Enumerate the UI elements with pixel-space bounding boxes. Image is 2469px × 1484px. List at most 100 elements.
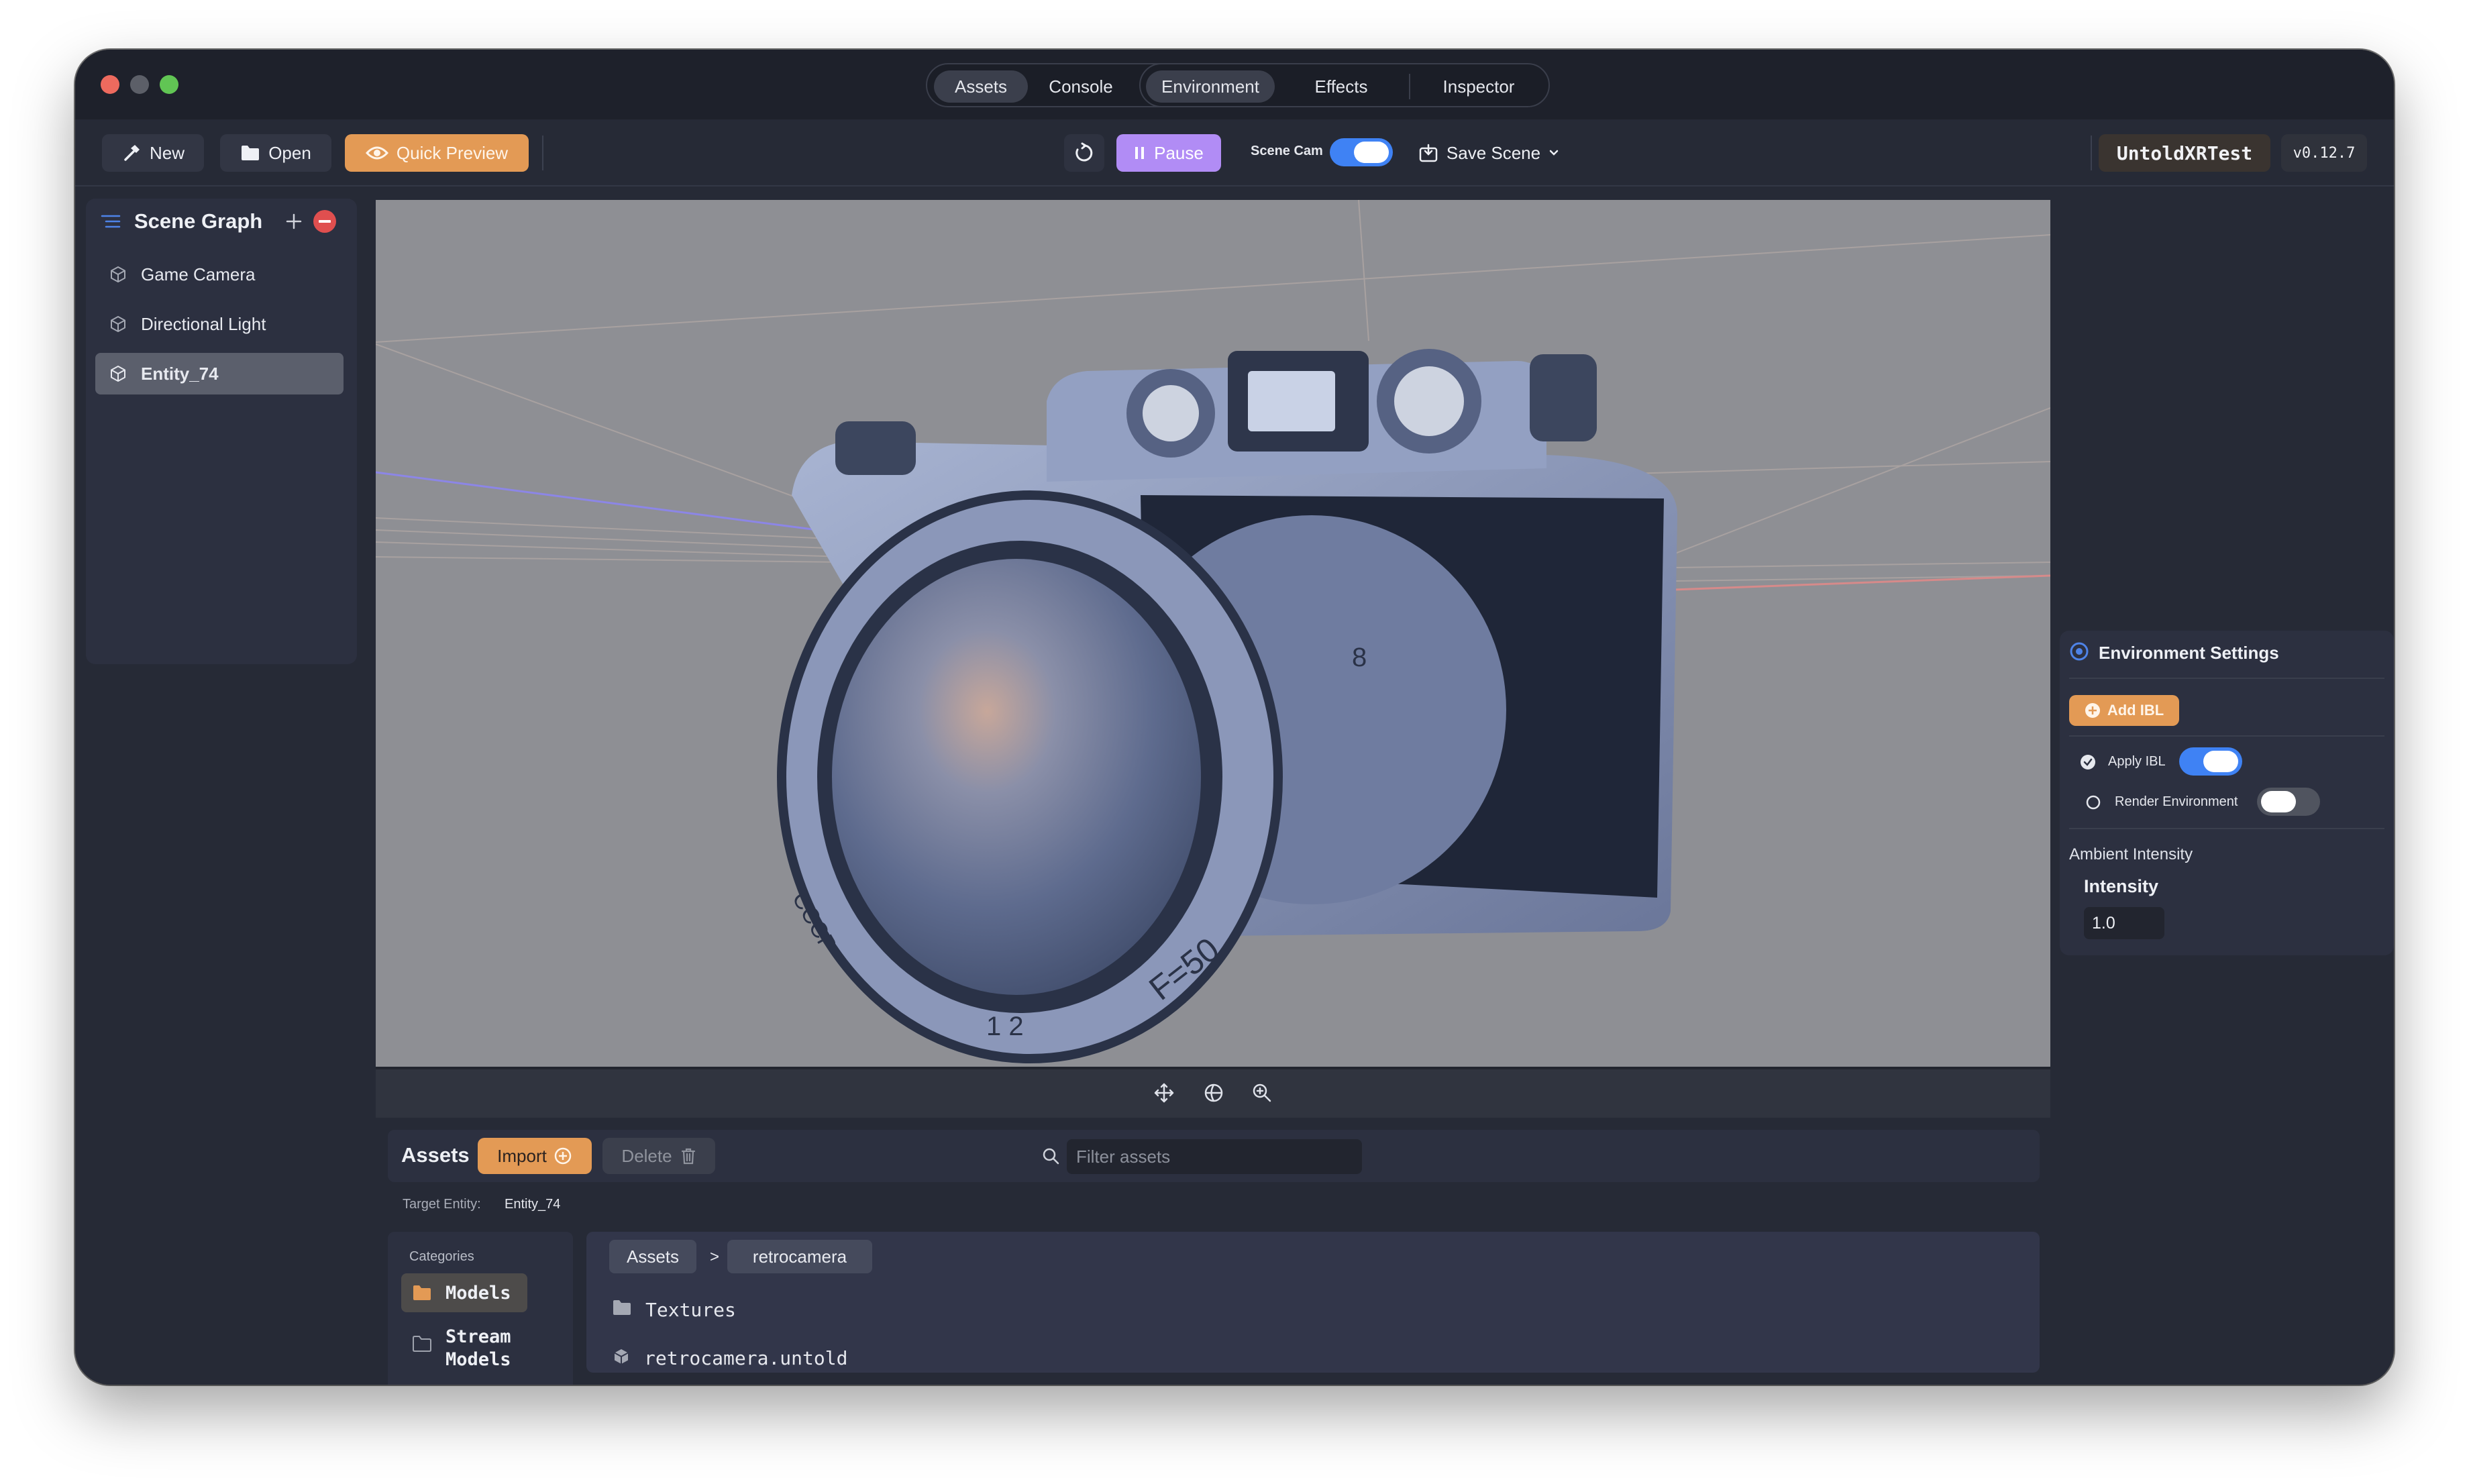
breadcrumb-assets[interactable]: Assets: [609, 1240, 696, 1273]
scene-graph-panel: Scene Graph Game Camera Directional Ligh…: [86, 199, 357, 664]
trash-icon: [681, 1148, 695, 1165]
filter-assets-input[interactable]: Filter assets: [1067, 1139, 1362, 1174]
tab-effects[interactable]: Effects: [1283, 70, 1400, 103]
assets-toolbar: Assets Import Delete Filter assets: [388, 1130, 2040, 1182]
toolbar-divider-right: [2091, 136, 2092, 170]
save-scene-label: Save Scene: [1446, 142, 1541, 163]
delete-button-label: Delete: [621, 1145, 672, 1166]
scene-graph-item-label: Directional Light: [141, 313, 266, 334]
folder-icon: [613, 1300, 631, 1315]
viewport-toolbar: [376, 1067, 2050, 1118]
categories-label: Categories: [409, 1249, 474, 1264]
add-entity-button[interactable]: [284, 212, 303, 231]
target-entity-value: Entity_74: [505, 1197, 561, 1212]
axis-line: [376, 471, 859, 537]
right-tab-group: Environment Effects Inspector: [1139, 63, 1550, 107]
cube-icon: [111, 316, 125, 332]
scene-graph-item-selected[interactable]: Entity_74: [95, 353, 344, 394]
scene-graph-item-label: Entity_74: [141, 363, 219, 384]
render-environment-label: Render Environment: [2115, 794, 2238, 809]
new-button[interactable]: New: [102, 134, 204, 172]
scene-cam-label: Scene Cam: [1251, 144, 1323, 158]
eye-icon: [365, 146, 388, 160]
tab-console[interactable]: Console: [1032, 70, 1130, 103]
pause-button-label: Pause: [1154, 142, 1204, 163]
folder-outline-icon: [413, 1336, 431, 1352]
category-models[interactable]: Models: [401, 1273, 527, 1312]
tab-inspector[interactable]: Inspector: [1417, 70, 1540, 103]
pause-icon: [1135, 147, 1145, 159]
scene-graph-header: Scene Graph: [86, 199, 357, 242]
breadcrumb-separator: >: [710, 1248, 720, 1266]
intensity-label: Intensity: [2084, 876, 2159, 896]
search-icon: [1043, 1148, 1059, 1165]
zoom-window-button[interactable]: [160, 75, 178, 94]
environment-settings-title: Environment Settings: [2099, 643, 2279, 663]
import-button-label: Import: [497, 1145, 547, 1166]
environment-icon: [2070, 642, 2089, 661]
scene-graph-item[interactable]: Game Camera: [95, 254, 344, 295]
reset-button[interactable]: [1064, 134, 1104, 172]
apply-ibl-toggle[interactable]: [2179, 747, 2242, 776]
cube-icon: [111, 366, 125, 382]
file-row-retrocamera[interactable]: retrocamera.untold: [607, 1336, 1412, 1375]
apply-ibl-label: Apply IBL: [2108, 754, 2166, 769]
minimize-window-button[interactable]: [130, 75, 149, 94]
list-icon: [101, 215, 121, 228]
cube-icon: [614, 1349, 629, 1364]
render-environment-toggle[interactable]: [2257, 788, 2320, 816]
toggle-knob: [2203, 751, 2238, 772]
toggle-knob: [2261, 791, 2296, 812]
scene-cam-toggle[interactable]: [1330, 138, 1393, 166]
hammer-icon: [124, 145, 140, 161]
main-toolbar: New Open Quick Preview Pause Scene Cam S…: [75, 119, 2394, 187]
categories-panel: Categories Models Stream Models: [388, 1232, 573, 1385]
save-scene-button[interactable]: Save Scene: [1416, 134, 1562, 172]
category-models-label: Models: [445, 1283, 511, 1304]
plus-circle-icon: [2085, 703, 2100, 718]
scene-viewport[interactable]: F=50 1 2 CCCP 8: [376, 200, 2050, 1067]
close-window-button[interactable]: [101, 75, 119, 94]
category-stream-models[interactable]: Stream Models: [401, 1326, 527, 1379]
intensity-field[interactable]: 1.0: [2084, 907, 2164, 939]
quick-preview-button[interactable]: Quick Preview: [345, 134, 529, 172]
new-button-label: New: [149, 142, 185, 163]
delete-button[interactable]: Delete: [602, 1138, 715, 1174]
toolbar-divider: [542, 136, 543, 170]
chevron-down-icon: [1549, 150, 1559, 156]
divider: [2069, 735, 2384, 737]
version-badge: v0.12.7: [2281, 134, 2367, 172]
import-button[interactable]: Import: [478, 1138, 592, 1174]
remove-entity-button[interactable]: [313, 209, 337, 233]
orbit-icon[interactable]: [1204, 1083, 1224, 1103]
open-button[interactable]: Open: [220, 134, 331, 172]
environment-settings-panel: Environment Settings Add IBL Apply IBL R…: [2060, 631, 2394, 955]
ambient-intensity-label: Ambient Intensity: [2069, 845, 2193, 863]
scene-graph-item[interactable]: Directional Light: [95, 303, 344, 345]
open-button-label: Open: [268, 142, 311, 163]
tab-assets[interactable]: Assets: [934, 70, 1028, 103]
breadcrumb-retrocamera[interactable]: retrocamera: [727, 1240, 872, 1273]
move-icon[interactable]: [1154, 1083, 1174, 1103]
divider: [2069, 678, 2384, 679]
quick-preview-label: Quick Preview: [396, 142, 509, 163]
render-environment-radio[interactable]: [2085, 794, 2101, 810]
project-name-badge[interactable]: UntoldXRTest: [2099, 134, 2270, 172]
cube-icon: [111, 266, 125, 282]
add-ibl-button[interactable]: Add IBL: [2069, 695, 2179, 726]
file-row-textures[interactable]: Textures: [607, 1288, 1412, 1327]
lens-marking: 1 2: [986, 1012, 1024, 1041]
add-ibl-label: Add IBL: [2107, 702, 2164, 719]
scene-graph-item-label: Game Camera: [141, 264, 256, 284]
category-stream-models-label: Stream Models: [445, 1326, 511, 1370]
apply-ibl-radio[interactable]: [2080, 754, 2096, 770]
folder-icon: [413, 1285, 431, 1300]
viewport-render: F=50 1 2 CCCP 8: [376, 200, 2050, 1063]
asset-files-panel: Assets > retrocamera Textures retrocamer…: [586, 1232, 2040, 1373]
zoom-icon[interactable]: [1252, 1083, 1272, 1103]
scene-graph-title: Scene Graph: [134, 209, 263, 233]
tab-divider: [1409, 74, 1410, 99]
tab-environment[interactable]: Environment: [1146, 70, 1275, 103]
pause-button[interactable]: Pause: [1116, 134, 1221, 172]
refresh-icon: [1075, 142, 1093, 162]
